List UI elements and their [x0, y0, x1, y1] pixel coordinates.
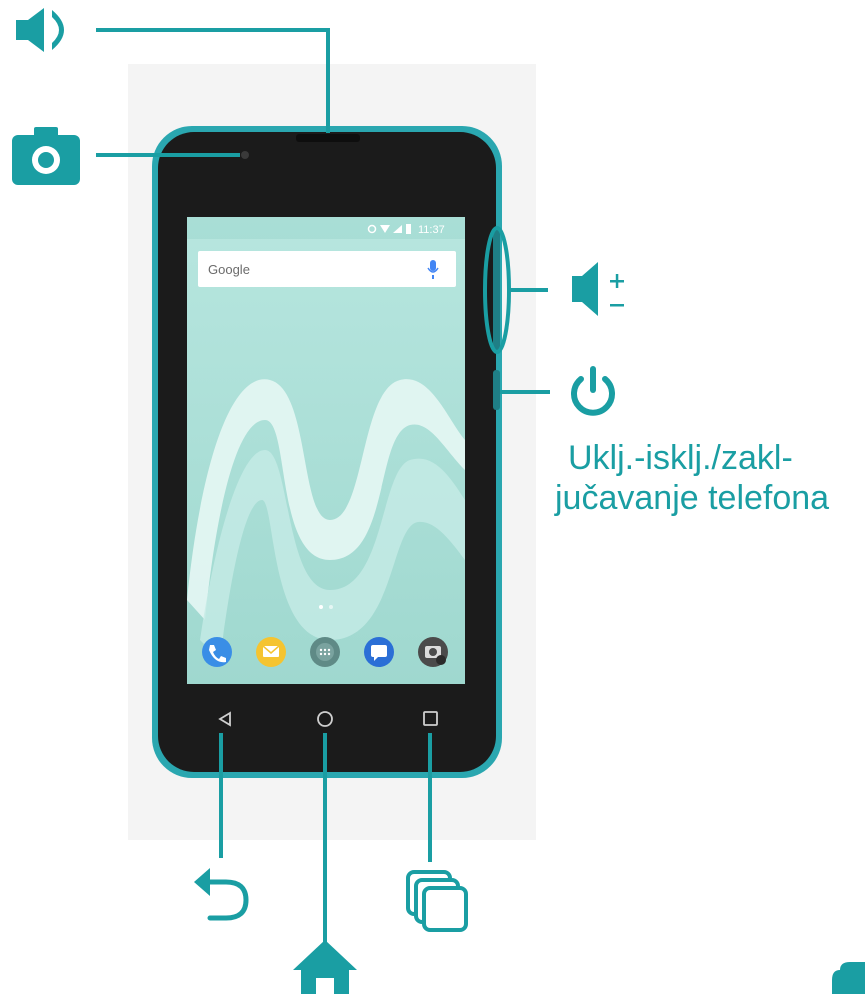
back-icon-arrowhead — [194, 868, 210, 896]
power-label-line1: Uklj.-isklj./zakl- — [568, 439, 793, 477]
recents-icon — [406, 870, 468, 932]
front-camera-lens — [241, 151, 249, 159]
speaker-icon — [16, 8, 64, 52]
phone: 11:37 Google — [152, 126, 502, 778]
app-drawer-icon[interactable] — [310, 637, 340, 667]
camera-icon — [12, 127, 80, 185]
phone-screen: 11:37 Google — [187, 217, 465, 684]
chat-icon[interactable] — [364, 637, 394, 667]
status-bar: 11:37 — [187, 217, 465, 239]
phone-icon[interactable] — [202, 637, 232, 667]
back-icon — [203, 879, 249, 921]
camera-app-icon[interactable] — [418, 637, 448, 667]
power-button — [493, 370, 500, 410]
power-label-line2: jučavanje telefona — [555, 479, 830, 517]
earpiece — [296, 134, 360, 142]
volume-icon — [572, 262, 624, 316]
google-search-bar[interactable]: Google — [198, 251, 456, 287]
home-icon — [293, 940, 357, 994]
google-logo-text: Google — [208, 262, 250, 277]
page-corner-tab — [832, 962, 865, 994]
status-time: 11:37 — [418, 224, 445, 236]
volume-rocker — [493, 230, 500, 350]
page-dot — [319, 605, 323, 609]
battery-status-icon — [406, 224, 411, 234]
power-icon — [571, 366, 615, 416]
page-dot — [329, 605, 333, 609]
messages-icon[interactable] — [256, 637, 286, 667]
